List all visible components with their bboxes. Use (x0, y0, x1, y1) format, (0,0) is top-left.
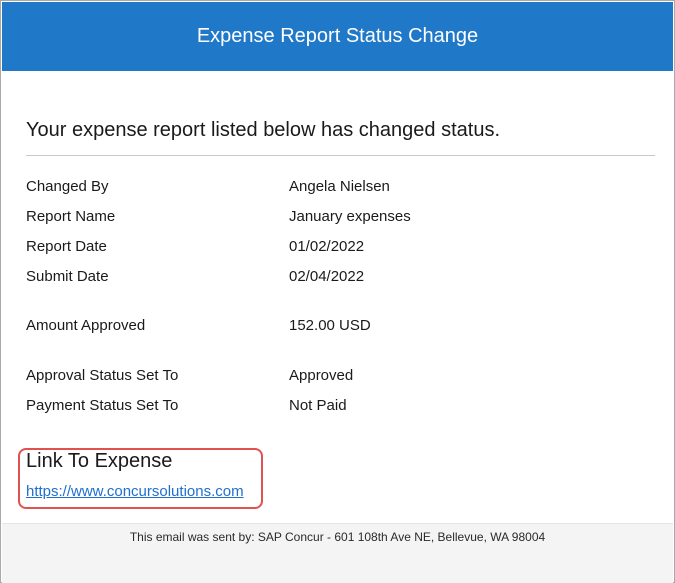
detail-value: 01/02/2022 (289, 238, 365, 255)
detail-row-submit-date: Submit Date 02/04/2022 (26, 267, 646, 287)
detail-label: Payment Status Set To (26, 397, 179, 414)
detail-value: 02/04/2022 (289, 268, 365, 285)
detail-label: Report Date (26, 238, 107, 255)
detail-row-amount-approved: Amount Approved 152.00 USD (26, 316, 646, 336)
detail-value: Not Paid (289, 397, 347, 414)
footer-text: This email was sent by: SAP Concur - 601… (129, 530, 546, 544)
email-title: Expense Report Status Change (196, 25, 479, 47)
detail-value: January expenses (289, 208, 411, 225)
divider (26, 155, 655, 156)
email-frame: Expense Report Status Change Your expens… (0, 0, 675, 583)
detail-row-approval-status: Approval Status Set To Approved (26, 366, 646, 386)
detail-label: Submit Date (26, 268, 109, 285)
detail-row-payment-status: Payment Status Set To Not Paid (26, 396, 646, 416)
detail-label: Report Name (26, 208, 116, 225)
detail-row-report-date: Report Date 01/02/2022 (26, 237, 646, 257)
email-footer: This email was sent by: SAP Concur - 601… (2, 523, 673, 583)
status-message: Your expense report listed below has cha… (26, 119, 501, 141)
detail-label: Changed By (26, 178, 109, 195)
detail-label: Approval Status Set To (26, 367, 179, 384)
detail-value: 152.00 USD (289, 317, 371, 334)
detail-label: Amount Approved (26, 317, 146, 334)
email-header: Expense Report Status Change (2, 2, 673, 71)
detail-row-changed-by: Changed By Angela Nielsen (26, 177, 646, 197)
detail-value: Angela Nielsen (289, 178, 390, 195)
expense-link[interactable]: https://www.concursolutions.com (26, 483, 244, 500)
link-heading: Link To Expense (26, 450, 173, 472)
detail-row-report-name: Report Name January expenses (26, 207, 646, 227)
detail-value: Approved (289, 367, 354, 384)
